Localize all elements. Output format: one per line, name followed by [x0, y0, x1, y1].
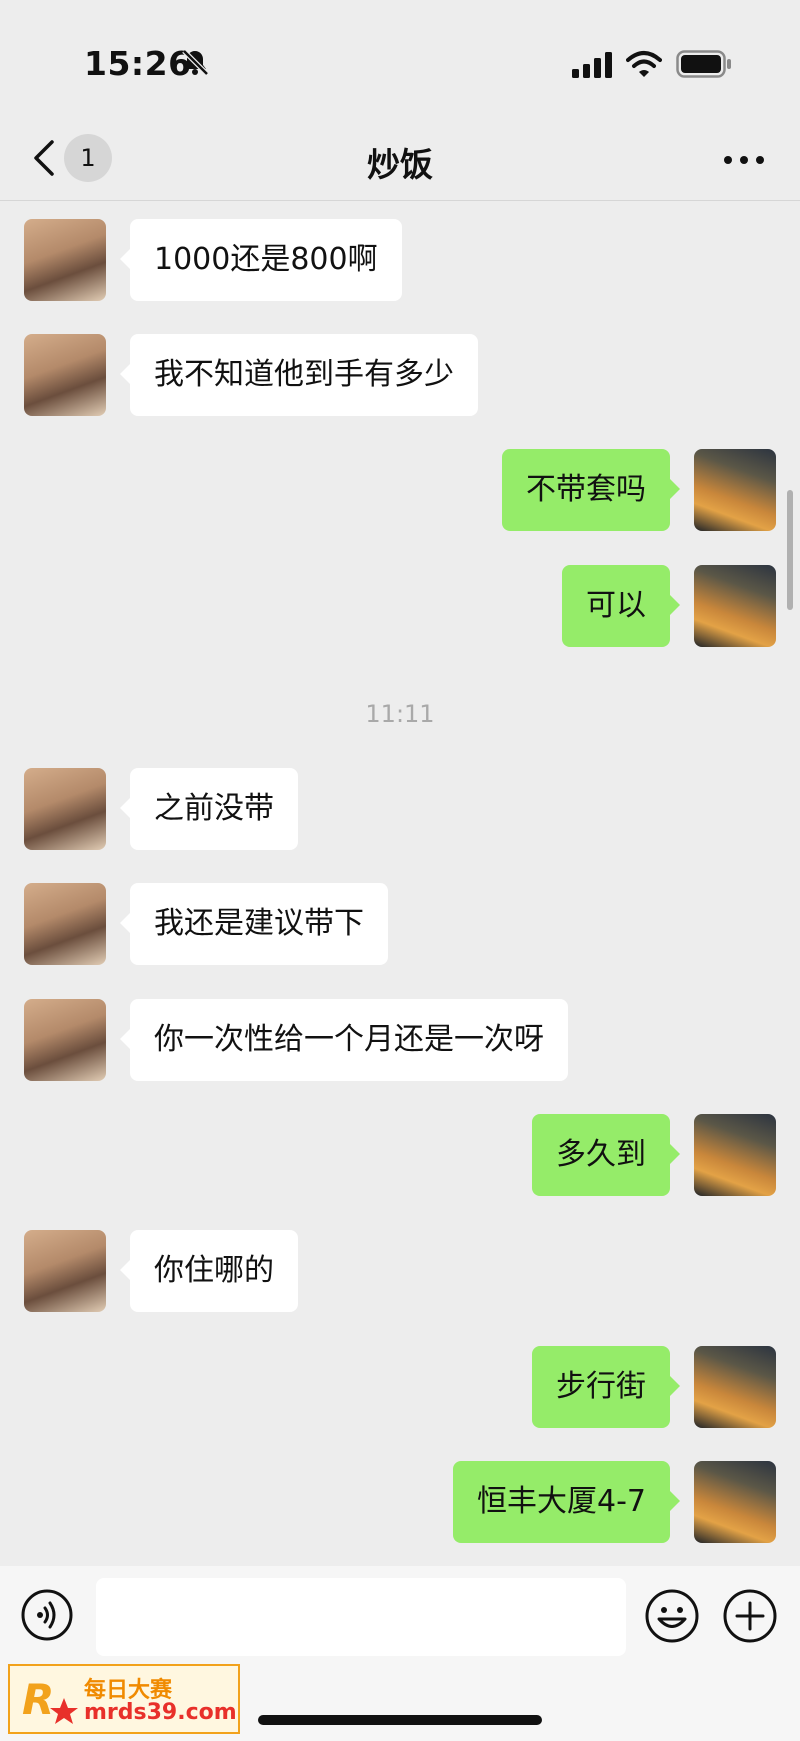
message-row: 我不知道他到手有多少 [0, 334, 800, 416]
message-bubble[interactable]: 你一次性给一个月还是一次呀 [120, 999, 568, 1081]
watermark-url: mrds39.com [84, 1700, 237, 1725]
self-avatar[interactable] [694, 565, 776, 647]
message-timestamp: 11:11 [365, 700, 435, 728]
contact-avatar[interactable] [24, 1230, 106, 1312]
contact-avatar[interactable] [24, 768, 106, 850]
message-row: 你住哪的 [0, 1230, 800, 1312]
message-bubble[interactable]: 多久到 [532, 1114, 680, 1196]
chat-header: 1 炒饭 [0, 120, 800, 201]
self-avatar[interactable] [694, 1346, 776, 1428]
bell-slash-icon [182, 49, 209, 76]
status-bar: 15:26 [0, 0, 800, 120]
message-row: 多久到 [0, 1114, 800, 1196]
message-input[interactable] [96, 1578, 626, 1656]
plus-icon[interactable] [722, 1588, 778, 1644]
message-bubble[interactable]: 你住哪的 [120, 1230, 298, 1312]
message-row: 不带套吗 [0, 449, 800, 531]
chat-title: 炒饭 [367, 145, 433, 184]
message-bubble[interactable]: 我不知道他到手有多少 [120, 334, 478, 416]
r-star-logo-icon: R [22, 1675, 78, 1724]
status-time: 15:26 [84, 44, 192, 83]
voice-icon[interactable] [20, 1588, 74, 1642]
message-bubble[interactable]: 我还是建议带下 [120, 883, 388, 965]
contact-avatar[interactable] [24, 334, 106, 416]
message-bubble[interactable]: 不带套吗 [502, 449, 680, 531]
contact-avatar[interactable] [24, 219, 106, 301]
contact-avatar[interactable] [24, 883, 106, 965]
message-bubble[interactable]: 1000还是800啊 [120, 219, 402, 301]
watermark-logo: R 每日大赛 mrds39.com [8, 1664, 240, 1734]
self-avatar[interactable] [694, 1114, 776, 1196]
more-dots-icon[interactable] [720, 140, 768, 180]
self-avatar[interactable] [694, 449, 776, 531]
emoji-icon[interactable] [644, 1588, 700, 1644]
svg-text:R: R [22, 1675, 54, 1724]
message-bubble[interactable]: 之前没带 [120, 768, 298, 850]
message-row: 1000还是800啊 [0, 219, 800, 301]
message-row: 恒丰大厦4-7 [0, 1461, 800, 1543]
home-indicator[interactable] [258, 1715, 542, 1725]
message-list[interactable]: 1000还是800啊 我不知道他到手有多少 不带套吗 可以 11:11 之前没带… [0, 201, 800, 1566]
message-bubble[interactable]: 可以 [562, 565, 680, 647]
message-row: 我还是建议带下 [0, 883, 800, 965]
scrollbar[interactable] [787, 490, 793, 610]
message-row: 你一次性给一个月还是一次呀 [0, 999, 800, 1081]
signal-icon [572, 52, 612, 78]
message-row: 可以 [0, 565, 800, 647]
wifi-icon [626, 51, 662, 77]
battery-icon [676, 50, 731, 78]
contact-avatar[interactable] [24, 999, 106, 1081]
message-row: 之前没带 [0, 768, 800, 850]
self-avatar[interactable] [694, 1461, 776, 1543]
message-bubble[interactable]: 恒丰大厦4-7 [453, 1461, 680, 1543]
message-bubble[interactable]: 步行街 [532, 1346, 680, 1428]
message-row: 步行街 [0, 1346, 800, 1428]
